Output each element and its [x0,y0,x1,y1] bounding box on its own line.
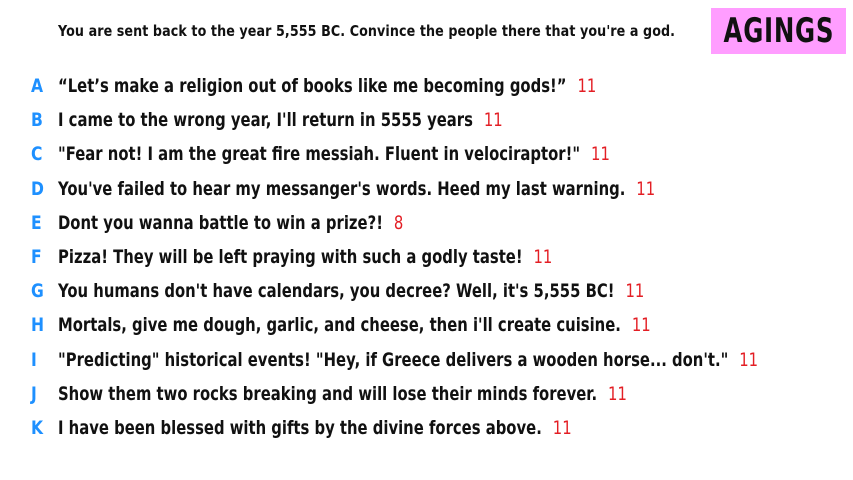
answer-score: 11 [552,416,572,439]
answer-score: 11 [636,177,656,200]
answer-content: I have been blessed with gifts by the di… [58,417,572,439]
answer-text: “Let’s make a religion out of books like… [58,75,567,97]
answer-item[interactable]: H Mortals, give me dough, garlic, and ch… [0,309,853,343]
answer-score: 11 [631,314,651,337]
answer-text: I came to the wrong year, I'll return in… [58,109,473,132]
answer-item[interactable]: A “Let’s make a religion out of books li… [0,70,853,104]
answer-item[interactable]: J Show them two rocks breaking and will … [0,378,853,412]
answer-score: 8 [393,211,404,234]
answer-letter: H [31,314,45,337]
answer-text: Mortals, give me dough, garlic, and chee… [58,314,621,337]
answer-letter: I [31,348,37,371]
question-prompt: You are sent back to the year 5,555 BC. … [58,22,676,40]
answer-score: 11 [577,75,597,97]
answer-letter: E [31,211,42,234]
answer-text: You humans don't have calendars, you dec… [58,280,615,303]
answer-content: "Fear not! I am the great fire messiah. … [58,143,610,165]
answer-score: 11 [533,245,553,268]
answer-content: You've failed to hear my messanger's wor… [58,178,655,200]
answer-letter: F [31,245,42,268]
answer-text: Show them two rocks breaking and will lo… [58,382,598,405]
answer-item[interactable]: D You've failed to hear my messanger's w… [0,173,853,207]
category-badge-label: AGINGS [723,11,834,51]
answer-score: 11 [739,348,759,371]
answer-content: You humans don't have calendars, you dec… [58,280,644,302]
answer-item[interactable]: B I came to the wrong year, I'll return … [0,104,853,138]
answer-letter: J [31,382,37,405]
answer-content: "Predicting" historical events! "Hey, if… [58,349,758,371]
category-badge: AGINGS [711,8,846,54]
answer-text: You've failed to hear my messanger's wor… [58,177,626,200]
answer-letter: D [31,177,44,200]
answer-text: "Predicting" historical events! "Hey, if… [58,348,729,371]
answer-list: A “Let’s make a religion out of books li… [0,70,853,446]
answer-text: I have been blessed with gifts by the di… [58,416,542,439]
answer-content: Show them two rocks breaking and will lo… [58,383,627,405]
answer-content: Mortals, give me dough, garlic, and chee… [58,314,651,336]
answer-item[interactable]: K I have been blessed with gifts by the … [0,412,853,446]
answer-item[interactable]: I "Predicting" historical events! "Hey, … [0,344,853,378]
answer-letter: G [31,280,44,303]
answer-letter: C [31,143,43,166]
answer-text: Dont you wanna battle to win a prize?! [58,211,383,234]
answer-text: "Fear not! I am the great fire messiah. … [58,143,581,166]
answer-item[interactable]: E Dont you wanna battle to win a prize?!… [0,207,853,241]
answer-score: 11 [625,280,645,303]
answer-content: Pizza! They will be left praying with su… [58,246,552,268]
answer-item[interactable]: F Pizza! They will be left praying with … [0,241,853,275]
answer-letter: K [31,416,44,439]
answer-score: 11 [591,143,610,166]
answer-content: Dont you wanna battle to win a prize?! 8 [58,212,403,234]
answer-text: Pizza! They will be left praying with su… [58,245,523,268]
answer-score: 11 [608,382,627,405]
answer-letter: B [31,109,43,132]
answer-item[interactable]: G You humans don't have calendars, you d… [0,275,853,309]
answer-content: “Let’s make a religion out of books like… [58,75,596,97]
answer-score: 11 [483,109,503,132]
answer-content: I came to the wrong year, I'll return in… [58,109,503,131]
answer-letter: A [31,75,44,97]
answer-item[interactable]: C "Fear not! I am the great fire messiah… [0,138,853,172]
